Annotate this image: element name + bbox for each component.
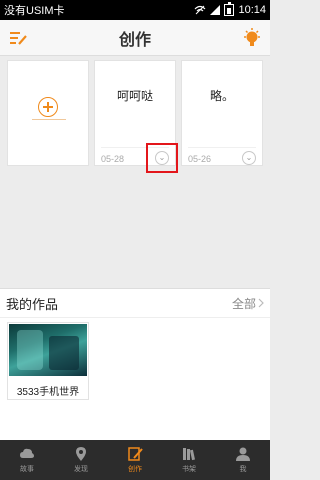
nav-item-story[interactable]: 故事 [0, 440, 54, 480]
bookshelf-icon [183, 448, 195, 461]
nav-item-discover[interactable]: 发现 [54, 440, 108, 480]
location-pin-icon [76, 447, 86, 461]
page-title: 创作 [118, 31, 151, 49]
book-cover-image [9, 324, 87, 376]
nav-item-create[interactable]: 创作 [108, 440, 162, 480]
view-all-link[interactable]: 全部 [232, 295, 264, 312]
edit-list-icon[interactable] [8, 28, 28, 48]
wifi-off-icon [195, 5, 206, 15]
add-creation-card[interactable] [7, 60, 89, 166]
my-works-header: 我的作品 全部 [0, 288, 270, 318]
creation-date: 05-28 [101, 154, 125, 164]
my-works-title: 我的作品 [6, 296, 59, 312]
work-title: 3533手机世界 [16, 387, 80, 398]
card-divider [188, 147, 256, 148]
chevron-down-circle-icon[interactable]: ⌄ [242, 151, 256, 165]
pencil-icon [128, 447, 143, 461]
nav-item-bookshelf[interactable]: 书架 [162, 440, 216, 480]
nav-label: 发现 [74, 466, 88, 473]
work-item[interactable]: 3533手机世界 [7, 322, 89, 400]
nav-label: 故事 [20, 466, 34, 473]
lightbulb-icon[interactable] [242, 27, 262, 49]
creation-title: 呵呵哒 [116, 89, 153, 103]
add-underline [32, 119, 66, 120]
creation-date: 05-26 [188, 154, 212, 164]
battery-icon [224, 2, 235, 16]
add-circle-icon [38, 97, 58, 117]
creations-grid: 呵呵哒 05-28 ⌄ 略。 05-26 ⌄ [0, 56, 270, 288]
signal-icon [210, 5, 221, 15]
nav-item-me[interactable]: 我 [216, 440, 270, 480]
clock-text: 10:14 [238, 4, 266, 16]
nav-label: 书架 [182, 466, 196, 473]
status-bar: 没有USIM卡 10:14 [0, 0, 270, 20]
user-icon [236, 447, 250, 461]
nav-label: 我 [239, 466, 247, 473]
my-works-list: 3533手机世界 [0, 318, 270, 440]
app-header: 创作 [0, 20, 270, 56]
creation-card[interactable]: 略。 05-26 ⌄ [181, 60, 263, 166]
status-icons: 10:14 [194, 2, 266, 16]
creation-title: 略。 [209, 89, 234, 103]
chevron-right-icon [258, 298, 264, 308]
cloud-icon [20, 448, 34, 458]
view-all-label: 全部 [231, 296, 256, 311]
highlight-annotation-box [146, 143, 178, 173]
bottom-nav: 故事 发现 创作 书架 我 [0, 440, 270, 480]
nav-label: 创作 [128, 466, 142, 473]
carrier-text: 没有USIM卡 [4, 5, 65, 17]
